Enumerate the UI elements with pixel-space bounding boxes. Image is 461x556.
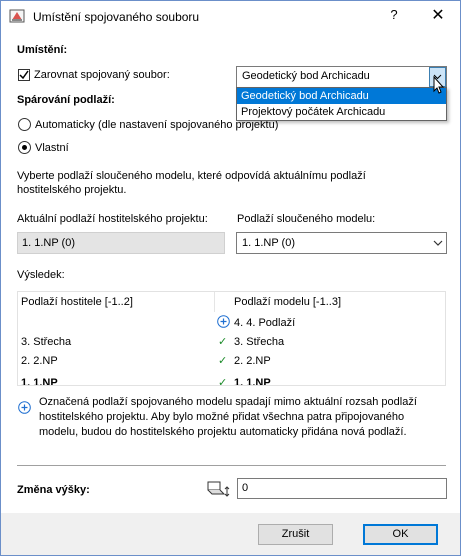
instruction-line-1: Vyberte podlaží sloučeného modelu, které… [17,170,366,182]
column-header-host: Podlaží hostitele [-1..2] [21,296,133,308]
chevron-down-icon [433,240,443,246]
column-divider [214,292,215,312]
align-select-value: Geodetický bod Archicadu [242,70,370,82]
plus-circle-icon [217,315,230,328]
dialog-window: Umístění spojovaného souboru ? ✕ Umístěn… [0,0,461,556]
radio-automatic[interactable] [18,118,31,131]
table-row-model: 3. Střecha [234,336,285,348]
table-row-host: 3. Střecha [21,336,72,348]
merged-story-label: Podlaží sloučeného modelu: [237,213,376,225]
mouse-cursor-icon [433,76,445,94]
table-row-model: 1. 1.NP [234,377,271,386]
window-title: Umístění spojovaného souboru [33,10,200,24]
story-mapping-heading: Spárování podlaží: [17,94,115,106]
help-button[interactable]: ? [386,7,402,25]
separator [17,465,446,466]
dropdown-option-geodetic[interactable]: Geodetický bod Archicadu [237,88,446,104]
host-story-field: 1. 1.NP (0) [17,232,225,254]
close-button[interactable]: ✕ [424,5,452,27]
footer-bar: Zrušit OK [1,513,460,555]
ok-button[interactable]: OK [363,524,438,545]
table-row-host: 1. 1.NP [21,377,58,386]
radio-custom[interactable] [18,141,31,154]
merged-story-value: 1. 1.NP (0) [242,237,295,249]
align-dropdown-list: Geodetický bod Archicadu Projektový počá… [236,87,447,121]
result-heading: Výsledek: [17,269,65,281]
placement-heading: Umístění: [17,44,68,56]
result-table: Podlaží hostitele [-1..2] Podlaží modelu… [17,291,446,386]
table-row-host: 2. 2.NP [21,355,58,367]
elevation-offset-icon [207,481,230,497]
elevation-input[interactable]: 0 [237,478,447,499]
checkmark-icon [19,70,29,80]
align-select[interactable]: Geodetický bod Archicadu [236,66,447,88]
table-row-model: 2. 2.NP [234,355,271,367]
notice-line-3: modelu, budou do hostitelského projektu … [39,426,407,438]
check-icon: ✓ [218,355,228,367]
title-bar: Umístění spojovaného souboru ? ✕ [1,1,460,31]
notice-line-1: Označená podlaží spojovaného modelu spad… [39,396,417,408]
elevation-label: Změna výšky: [17,484,90,496]
dropdown-option-project-origin[interactable]: Projektový počátek Archicadu [237,104,446,120]
instruction-line-2: hostitelského projektu. [17,184,127,196]
check-icon: ✓ [218,377,228,386]
check-icon: ✓ [218,336,228,348]
plus-circle-icon [18,401,31,414]
notice-line-2: hostitelského projektu. Aby bylo možné p… [39,411,405,423]
align-checkbox-label: Zarovnat spojovaný soubor: [34,69,170,81]
cancel-button[interactable]: Zrušit [258,524,333,545]
column-header-model: Podlaží modelu [-1..3] [234,296,342,308]
host-story-value: 1. 1.NP (0) [22,237,75,249]
host-story-label: Aktuální podlaží hostitelského projektu: [17,213,208,225]
merged-story-select[interactable]: 1. 1.NP (0) [236,232,447,254]
table-row-model: 4. 4. Podlaží [234,317,296,329]
app-icon [9,8,25,24]
radio-custom-label: Vlastní [35,142,69,154]
align-checkbox[interactable] [18,69,30,81]
